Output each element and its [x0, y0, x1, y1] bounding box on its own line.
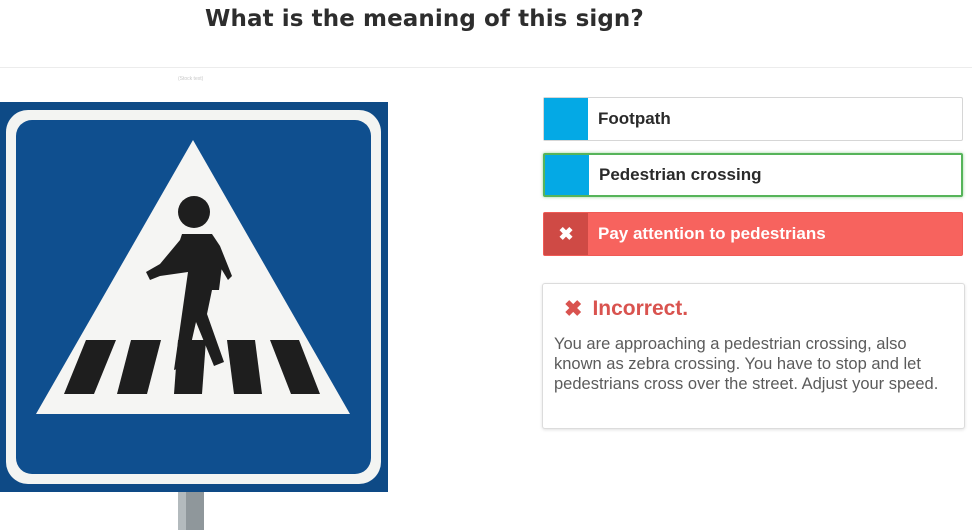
feedback-title: Incorrect.	[592, 297, 689, 320]
feedback-explanation: You are approaching a pedestrian crossin…	[554, 335, 939, 393]
close-icon: ✖	[544, 213, 588, 255]
answer-option-pedestrian-crossing[interactable]: Pedestrian crossing	[543, 153, 963, 197]
image-credit: (Stock text)	[178, 76, 204, 82]
feedback-panel: ✖ Incorrect. You are approaching a pedes…	[542, 283, 965, 429]
pedestrian-crossing-sign-image	[0, 100, 390, 530]
feedback-header: ✖ Incorrect.	[554, 296, 950, 322]
question-title: What is the meaning of this sign?	[205, 6, 644, 32]
answer-label: Pedestrian crossing	[599, 165, 762, 184]
answer-label: Footpath	[598, 109, 671, 128]
answer-option-pay-attention[interactable]: ✖ Pay attention to pedestrians	[543, 212, 963, 256]
close-icon: ✖	[564, 296, 583, 321]
header-divider	[0, 67, 972, 68]
quiz-page: What is the meaning of this sign? (Stock…	[0, 0, 972, 530]
answer-marker	[545, 155, 589, 195]
answer-label: Pay attention to pedestrians	[598, 224, 826, 243]
answer-option-footpath[interactable]: Footpath	[543, 97, 963, 141]
answer-marker	[544, 98, 588, 140]
